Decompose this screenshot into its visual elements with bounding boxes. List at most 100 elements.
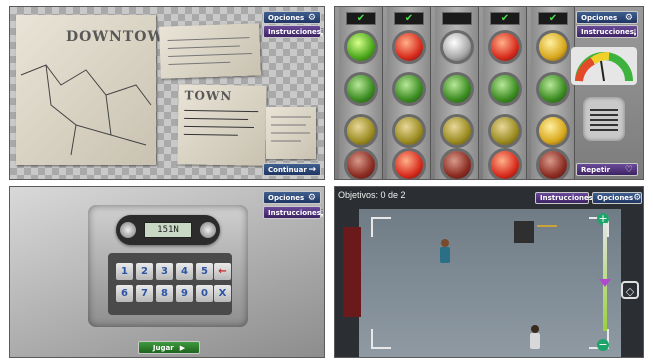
options-button[interactable]: Opciones ⚙	[592, 192, 642, 204]
key-8[interactable]: 8	[156, 285, 173, 302]
light-column-3	[435, 7, 479, 179]
zoom-slider[interactable]	[603, 223, 607, 331]
options-button[interactable]: Opciones ⚙	[263, 11, 321, 24]
instructions-label: Instrucciones	[581, 27, 634, 36]
key-1[interactable]: 1	[116, 263, 133, 280]
options-label: Opciones	[268, 193, 305, 202]
backspace-key[interactable]: ←	[214, 263, 231, 280]
right-knob	[200, 222, 216, 238]
light-red[interactable]	[395, 151, 423, 179]
instructions-button[interactable]: Instrucciones i	[263, 25, 324, 38]
light-green[interactable]	[539, 75, 567, 103]
light-column-5: ✔	[531, 7, 575, 179]
grille-line	[590, 119, 618, 121]
grille-line	[590, 109, 618, 111]
newspaper-piece-top[interactable]	[159, 23, 261, 79]
key-7[interactable]: 7	[136, 285, 153, 302]
light-red[interactable]	[491, 33, 519, 61]
check-display-4: ✔	[490, 12, 520, 25]
safe-plate: 151N 1 2 3 4 5 ← 6 7 8 9 0 X	[88, 205, 248, 327]
repeat-button[interactable]: Repetir ♡	[576, 163, 638, 176]
light-yellow[interactable]	[395, 117, 423, 145]
grille-line	[590, 124, 618, 126]
newspaper-piece-middle[interactable]: TOWN	[177, 84, 267, 166]
options-label: Opciones	[597, 194, 634, 202]
zoom-out-icon[interactable]: −	[597, 339, 609, 351]
left-wall	[343, 227, 361, 317]
light-red[interactable]	[539, 151, 567, 179]
light-green[interactable]	[443, 75, 471, 103]
light-red[interactable]	[347, 151, 375, 179]
camera-frame-corner	[371, 217, 391, 237]
key-0[interactable]: 0	[196, 285, 213, 302]
newspaper-map-piece[interactable]: DOWNTOWN	[16, 15, 177, 165]
arrow-right-icon: →	[308, 164, 316, 175]
slider-handle[interactable]	[599, 279, 611, 287]
key-5[interactable]: 5	[196, 263, 213, 280]
grille-line	[590, 129, 618, 131]
options-label: Opciones	[581, 13, 618, 22]
play-label: Jugar	[152, 343, 174, 352]
light-red[interactable]	[443, 151, 471, 179]
check-display-5: ✔	[538, 12, 568, 25]
gear-icon: ⚙	[307, 192, 316, 203]
check-display-3	[442, 12, 472, 25]
options-button[interactable]: Opciones ⚙	[263, 191, 321, 204]
instructions-button[interactable]: Instrucciones i	[535, 192, 596, 204]
newspaper-piece-right[interactable]	[266, 107, 316, 159]
code-display: 151N	[144, 222, 192, 238]
chat-bubble-icon: ♡	[624, 164, 633, 175]
light-yellow[interactable]	[539, 117, 567, 145]
newspaper-puzzle-panel: DOWNTOWN TOWN Opciones ⚙ Instrucciones i…	[9, 6, 325, 180]
key-6[interactable]: 6	[116, 285, 133, 302]
instructions-label: Instrucciones	[268, 27, 321, 36]
text-scribble	[271, 116, 311, 142]
options-label: Opciones	[268, 13, 305, 22]
light-green[interactable]	[347, 33, 375, 61]
light-yellow[interactable]	[491, 117, 519, 145]
info-icon: i	[320, 27, 324, 36]
keypad: 1 2 3 4 5 ← 6 7 8 9 0 X	[108, 253, 232, 315]
character-body	[530, 333, 540, 349]
light-green[interactable]	[347, 75, 375, 103]
rope-barrier	[537, 225, 557, 227]
room-floor	[359, 209, 621, 357]
left-knob	[120, 222, 136, 238]
lights-puzzle-panel: ✔ ✔ ✔ ✔ Opciones ⚙ Instrucciones i Repet…	[334, 6, 644, 180]
check-display-1: ✔	[346, 12, 376, 25]
level-panel: Objetivos: 0 de 2 Instrucciones i Opcion…	[334, 186, 644, 358]
instructions-label: Instrucciones	[540, 194, 593, 202]
key-3[interactable]: 3	[156, 263, 173, 280]
check-display-2: ✔	[394, 12, 424, 25]
npc-character[interactable]	[529, 325, 541, 351]
safe-puzzle-panel: 151N 1 2 3 4 5 ← 6 7 8 9 0 X Opciones ⚙ …	[9, 186, 325, 358]
instructions-button[interactable]: Instrucciones i	[576, 25, 638, 38]
player-character[interactable]	[439, 239, 451, 265]
character-body	[440, 247, 450, 263]
light-green[interactable]	[395, 75, 423, 103]
diamond-view-icon[interactable]: ◇	[621, 281, 639, 299]
play-button[interactable]: Jugar ▶	[138, 341, 200, 354]
repeat-label: Repetir	[581, 165, 611, 174]
light-white[interactable]	[443, 33, 471, 61]
key-9[interactable]: 9	[176, 285, 193, 302]
key-2[interactable]: 2	[136, 263, 153, 280]
light-yellow[interactable]	[539, 33, 567, 61]
speaker-grille	[583, 97, 625, 141]
cancel-key[interactable]: X	[214, 285, 231, 302]
camera-frame-corner	[371, 329, 391, 349]
pressure-gauge	[571, 47, 637, 85]
light-yellow[interactable]	[347, 117, 375, 145]
light-yellow[interactable]	[443, 117, 471, 145]
options-button[interactable]: Opciones ⚙	[576, 11, 638, 24]
light-red[interactable]	[395, 33, 423, 61]
instructions-button[interactable]: Instrucciones i	[263, 206, 324, 219]
gear-icon: ⚙	[624, 12, 633, 23]
continue-button[interactable]: Continuar →	[263, 163, 321, 176]
light-green[interactable]	[491, 75, 519, 103]
key-4[interactable]: 4	[176, 263, 193, 280]
info-icon: i	[633, 27, 637, 36]
character-head	[441, 239, 449, 247]
light-red[interactable]	[491, 151, 519, 179]
display-housing: 151N	[116, 215, 220, 245]
